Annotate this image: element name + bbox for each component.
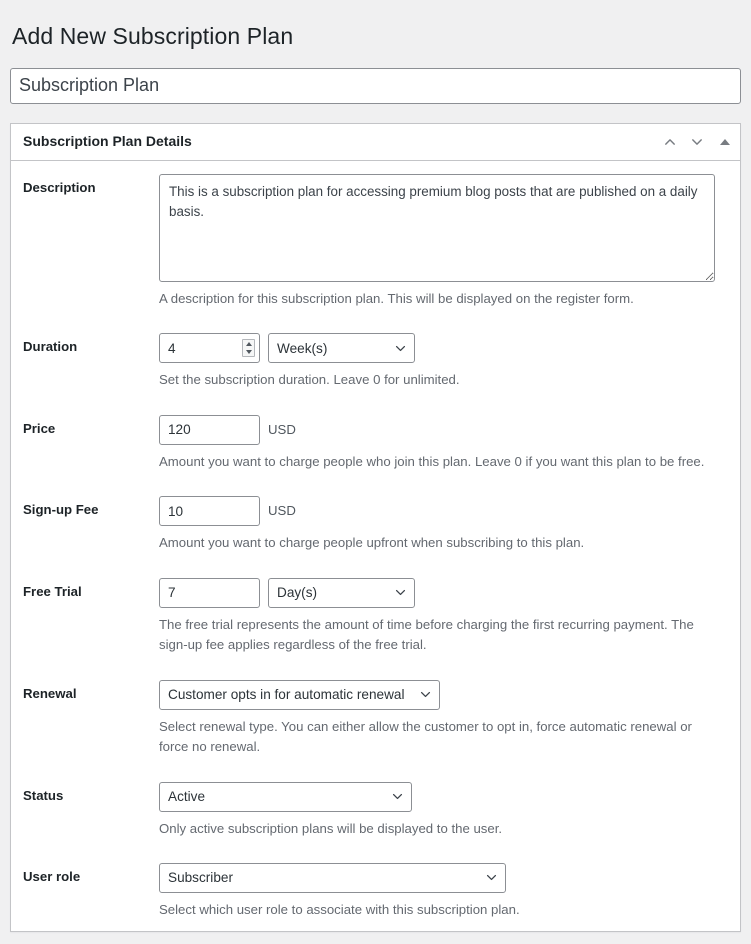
user-role-help-text: Select which user role to associate with… <box>159 900 712 920</box>
field-row-price: Price USD Amount you want to charge peop… <box>11 402 740 483</box>
field-row-status: Status Active <box>11 769 740 850</box>
free-trial-input[interactable] <box>159 578 260 608</box>
free-trial-label: Free Trial <box>11 565 158 667</box>
description-help-text: A description for this subscription plan… <box>159 289 712 309</box>
duration-stepper[interactable] <box>242 339 255 357</box>
status-select-wrapper: Active <box>159 782 412 812</box>
stepper-down-icon[interactable] <box>246 350 252 354</box>
signup-fee-input[interactable] <box>159 496 260 526</box>
admin-page-wrap: Add New Subscription Plan Subscription P… <box>0 0 751 932</box>
user-role-select-wrapper: Subscriber <box>159 863 506 893</box>
move-down-button[interactable] <box>683 124 710 160</box>
free-trial-period-select[interactable]: Day(s) <box>268 578 415 608</box>
field-row-renewal: Renewal Customer opts in for automatic r… <box>11 667 740 769</box>
duration-period-select[interactable]: Week(s) <box>268 333 415 363</box>
field-row-free-trial: Free Trial Day(s) <box>11 565 740 667</box>
signup-fee-help-text: Amount you want to charge people upfront… <box>159 533 712 553</box>
status-label: Status <box>11 769 158 850</box>
free-trial-help-text: The free trial represents the amount of … <box>159 615 712 656</box>
panel-body: Description This is a subscription plan … <box>11 161 740 932</box>
signup-fee-currency-label: USD <box>268 501 296 521</box>
panel-header: Subscription Plan Details <box>11 124 740 161</box>
price-input[interactable] <box>159 415 260 445</box>
description-textarea[interactable]: This is a subscription plan for accessin… <box>159 174 715 282</box>
user-role-select[interactable]: Subscriber <box>159 863 506 893</box>
panel-title: Subscription Plan Details <box>23 132 656 152</box>
price-label: Price <box>11 402 158 483</box>
signup-fee-controls: USD <box>159 496 730 526</box>
plan-title-input[interactable] <box>10 68 741 104</box>
price-currency-label: USD <box>268 420 296 440</box>
renewal-select[interactable]: Customer opts in for automatic renewal <box>159 680 440 710</box>
field-row-duration: Duration <box>11 320 740 401</box>
user-role-label: User role <box>11 850 158 931</box>
free-trial-controls: Day(s) <box>159 578 730 608</box>
status-help-text: Only active subscription plans will be d… <box>159 819 712 839</box>
field-row-description: Description This is a subscription plan … <box>11 161 740 320</box>
renewal-help-text: Select renewal type. You can either allo… <box>159 717 712 758</box>
price-controls: USD <box>159 415 730 445</box>
subscription-plan-details-panel: Subscription Plan Details <box>10 123 741 933</box>
free-trial-period-wrapper: Day(s) <box>268 578 415 608</box>
price-help-text: Amount you want to charge people who joi… <box>159 452 712 472</box>
renewal-select-wrapper: Customer opts in for automatic renewal <box>159 680 440 710</box>
duration-controls: Week(s) <box>159 333 730 363</box>
duration-period-wrapper: Week(s) <box>268 333 415 363</box>
field-row-user-role: User role Subscriber <box>11 850 740 931</box>
triangle-up-icon <box>720 139 730 145</box>
toggle-panel-button[interactable] <box>710 124 740 160</box>
field-row-signup-fee: Sign-up Fee USD Amount you want to charg… <box>11 483 740 564</box>
subscription-plan-form: Description This is a subscription plan … <box>11 161 740 932</box>
status-select[interactable]: Active <box>159 782 412 812</box>
chevron-up-icon <box>663 135 677 149</box>
renewal-label: Renewal <box>11 667 158 769</box>
signup-fee-label: Sign-up Fee <box>11 483 158 564</box>
duration-label: Duration <box>11 320 158 401</box>
description-label: Description <box>11 161 158 320</box>
duration-help-text: Set the subscription duration. Leave 0 f… <box>159 370 712 390</box>
stepper-up-icon[interactable] <box>246 342 252 346</box>
page-title: Add New Subscription Plan <box>12 22 741 52</box>
chevron-down-icon <box>690 135 704 149</box>
panel-header-actions <box>656 124 740 160</box>
move-up-button[interactable] <box>656 124 683 160</box>
duration-number-wrapper <box>159 333 260 363</box>
